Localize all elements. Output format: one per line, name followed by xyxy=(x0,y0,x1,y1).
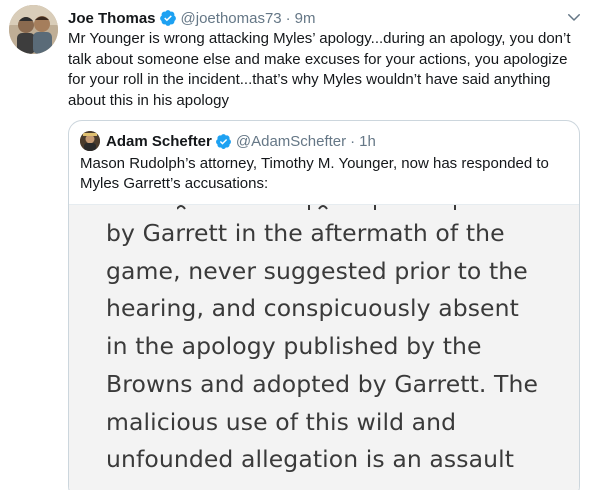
image-text-block: by Garrett in the aftermath of the game,… xyxy=(106,215,576,479)
quoted-tweet-image[interactable]: by Garrett in the aftermath of the game,… xyxy=(69,204,579,490)
avatar-photo xyxy=(9,5,58,54)
author-handle[interactable]: @joethomas73 xyxy=(181,10,282,27)
tweet-text: Mr Younger is wrong attacking Myles’ apo… xyxy=(68,30,571,109)
author-name[interactable]: Joe Thomas xyxy=(68,10,156,27)
quoted-avatar-photo xyxy=(80,131,100,151)
image-text-line: unfounded allegation is an assault xyxy=(106,445,515,474)
image-text-line: hearing, and conspicuously absent xyxy=(106,294,519,323)
separator-dot: · xyxy=(285,9,291,27)
image-text-line: malicious use of this wild and xyxy=(106,407,457,436)
image-text-line: in the apology published by the xyxy=(106,332,482,361)
verified-badge-icon xyxy=(159,10,176,26)
quoted-tweet-timestamp[interactable]: 1h xyxy=(359,133,376,150)
tweet-header: Joe Thomas @joethomas73 · 9m xyxy=(68,7,316,29)
image-text-line: game, never suggested prior to the xyxy=(106,256,528,285)
quoted-tweet[interactable]: Adam Schefter @AdamSchefter · 1h Mason R… xyxy=(68,120,580,490)
quoted-tweet-text: Mason Rudolph’s attorney, Timothy M. You… xyxy=(80,155,549,192)
quoted-author-handle[interactable]: @AdamSchefter xyxy=(236,133,346,150)
chevron-down-icon[interactable] xyxy=(565,8,583,26)
image-text-line: by Garrett in the aftermath of the xyxy=(106,219,505,247)
separator-dot: · xyxy=(350,132,356,150)
tweet[interactable]: Joe Thomas @joethomas73 · 9m Mr Younger … xyxy=(0,0,597,490)
tweet-timestamp[interactable]: 9m xyxy=(295,10,316,27)
verified-badge-icon xyxy=(215,133,231,149)
quoted-author-avatar[interactable] xyxy=(80,131,100,151)
image-text-line: Browns and adopted by Garrett. The xyxy=(106,369,539,398)
cropped-text-fragment xyxy=(177,205,456,210)
author-avatar[interactable] xyxy=(9,5,58,54)
quoted-tweet-header: Adam Schefter @AdamSchefter · 1h xyxy=(80,130,376,152)
quoted-author-name[interactable]: Adam Schefter xyxy=(106,133,212,150)
